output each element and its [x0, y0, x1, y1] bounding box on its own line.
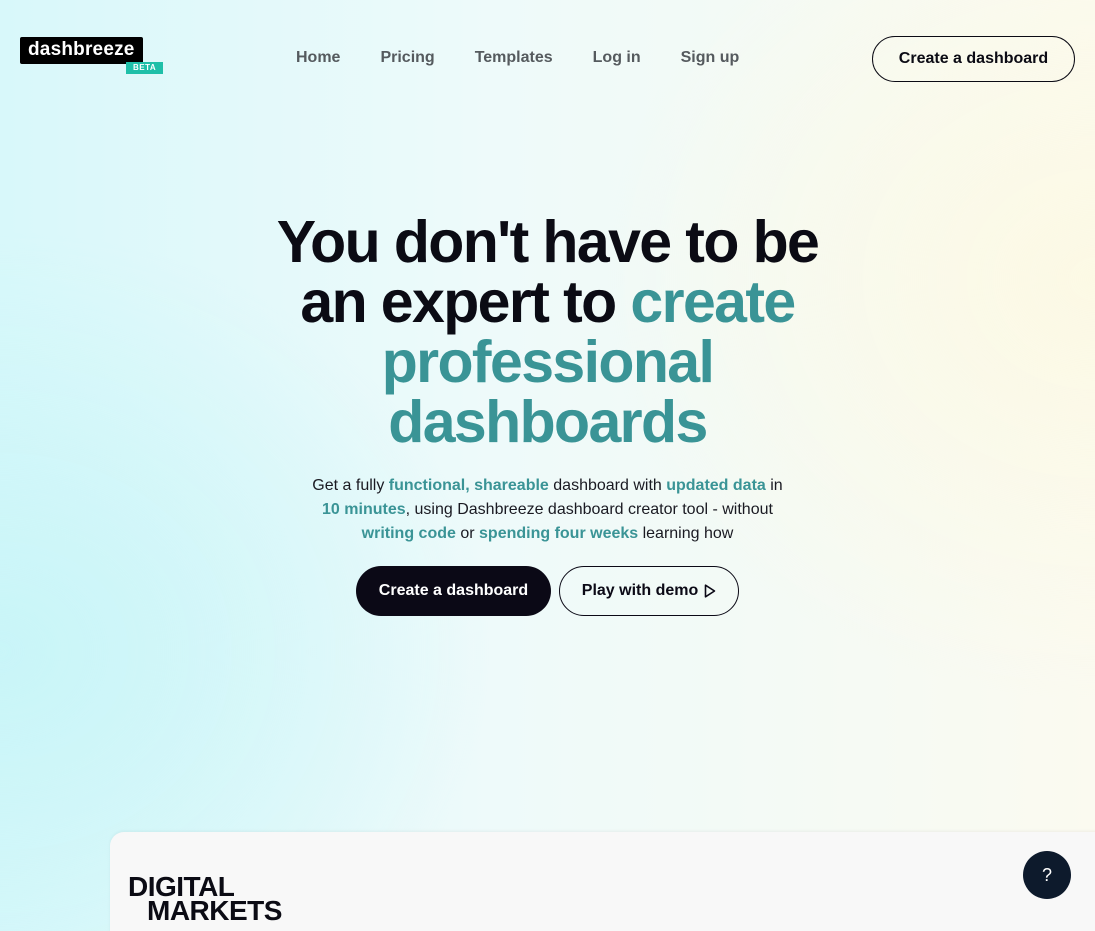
sub-text: , using Dashbreeze dashboard creator too…	[405, 501, 773, 518]
play-demo-button[interactable]: Play with demo	[559, 566, 739, 616]
sub-highlight: spending four weeks	[479, 525, 639, 542]
digital-markets-logo: DIGITAL MARKETS	[128, 873, 282, 926]
dm-logo-line2: MARKETS	[147, 895, 282, 926]
nav-home[interactable]: Home	[296, 48, 340, 68]
sub-text: dashboard with	[548, 477, 667, 494]
sub-text: Get a fully	[312, 477, 389, 494]
sub-text: in	[765, 477, 783, 494]
sub-highlight: functional, shareable	[388, 477, 549, 494]
logo-wordmark: dashbreeze	[20, 37, 143, 64]
hero-title-accent-dashboards: dashboards	[388, 389, 708, 455]
nav-log-in[interactable]: Log in	[593, 48, 641, 68]
hero-cta-row: Create a dashboard Play with demo	[356, 566, 739, 616]
play-demo-label: Play with demo	[581, 582, 699, 599]
play-icon	[704, 584, 716, 598]
dashbreeze-logo[interactable]: dashbreeze BETA	[20, 37, 164, 74]
sub-highlight: updated data	[666, 477, 766, 494]
sub-highlight: writing code	[361, 525, 456, 542]
sub-text: learning how	[638, 525, 734, 542]
site-header: dashbreeze BETA Home Pricing Templates L…	[0, 0, 1095, 110]
nav-templates[interactable]: Templates	[475, 48, 553, 68]
create-dashboard-button[interactable]: Create a dashboard	[356, 566, 551, 616]
header-create-dashboard-button[interactable]: Create a dashboard	[872, 36, 1075, 82]
beta-badge: BETA	[126, 62, 164, 74]
hero-title-line2: an expert to	[300, 269, 631, 335]
main-nav: Home Pricing Templates Log in Sign up	[296, 48, 739, 68]
nav-pricing[interactable]: Pricing	[380, 48, 434, 68]
hero-title: You don't have to be an expert to create…	[0, 212, 1095, 452]
hero-title-accent-professional: professional	[381, 329, 715, 395]
sub-text: or	[455, 525, 480, 542]
hero-title-line1: You don't have to be	[276, 209, 820, 275]
hero-title-accent-create: create	[630, 269, 796, 335]
hero-subtitle: Get a fully functional, shareable dashbo…	[0, 474, 1095, 546]
help-button[interactable]: ?	[1023, 851, 1071, 899]
dashboard-preview-card: DIGITAL MARKETS	[110, 832, 1095, 931]
sub-highlight: 10 minutes	[322, 501, 406, 518]
nav-sign-up[interactable]: Sign up	[681, 48, 740, 68]
